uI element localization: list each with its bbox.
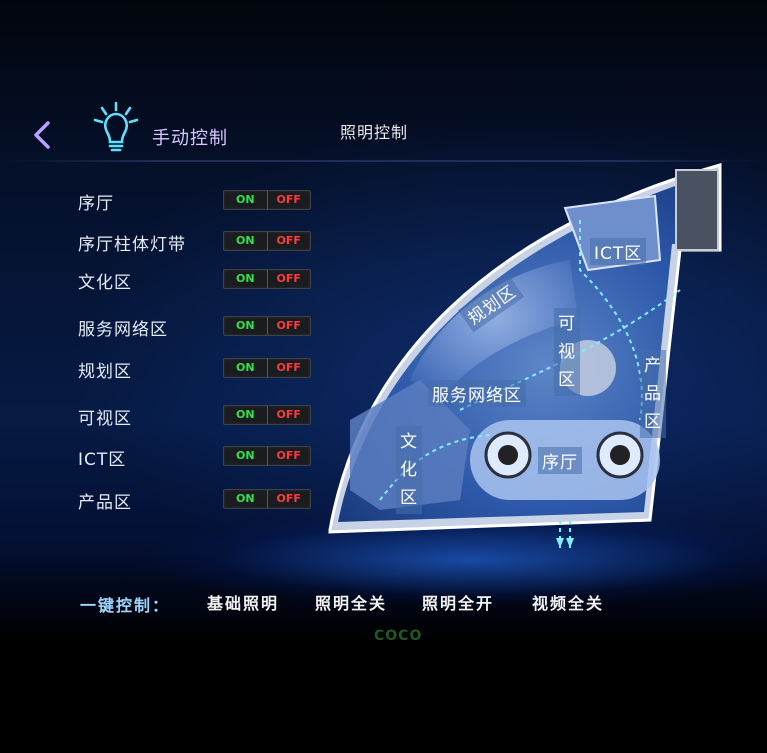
zone-label: 可视区 [78,409,132,429]
off-button[interactable]: OFF [268,317,311,335]
on-button[interactable]: ON [224,490,268,508]
map-label-product: 产品区 [640,350,666,438]
zone-toggle[interactable]: ON OFF [223,316,311,336]
zone-label: 序厅柱体灯带 [78,235,186,255]
zone-toggle[interactable]: ON OFF [223,190,311,210]
zone-row-hall-column-strip: 序厅柱体灯带 ON OFF [78,230,318,255]
zone-row-product: 产品区 ON OFF [78,488,318,513]
zone-row-culture: 文化区 ON OFF [78,268,318,293]
zone-label: ICT区 [78,450,127,470]
map-label-visual: 可视区 [554,308,580,396]
off-button[interactable]: OFF [268,191,311,209]
map-label-hall: 序厅 [538,447,582,474]
zone-toggle[interactable]: ON OFF [223,269,311,289]
one-key-control-bar: 一键控制： 基础照明 照明全关 照明全开 视频全关 [0,580,767,620]
floor-plan-graphic [328,163,722,550]
zone-label: 序厅 [78,194,114,214]
zone-label: 规划区 [78,362,132,382]
off-button[interactable]: OFF [268,232,311,250]
on-button[interactable]: ON [224,406,268,424]
one-key-control-title: 一键控制： [80,596,171,615]
off-button[interactable]: OFF [268,406,311,424]
zone-row-service: 服务网络区 ON OFF [78,315,318,340]
video-all-off-button[interactable]: 视频全关 [532,590,604,614]
zone-toggle[interactable]: ON OFF [223,358,311,378]
map-label-service: 服务网络区 [428,380,526,407]
logo: COCO [374,628,423,644]
on-button[interactable]: ON [224,191,268,209]
map-label-ict: ICT区 [590,238,647,265]
floor-plan: ICT区 规划区 可视区 产品区 服务网络区 文化区 序厅 [320,160,740,560]
zone-toggle[interactable]: ON OFF [223,446,311,466]
on-button[interactable]: ON [224,232,268,250]
zone-label: 文化区 [78,273,132,293]
zone-toggle[interactable]: ON OFF [223,405,311,425]
off-button[interactable]: OFF [268,359,311,377]
zone-label: 服务网络区 [78,320,168,340]
zone-row-planning: 规划区 ON OFF [78,357,318,382]
zone-row-ict: ICT区 ON OFF [78,445,318,470]
basic-lighting-button[interactable]: 基础照明 [207,590,279,614]
lights-all-off-button[interactable]: 照明全关 [315,590,387,614]
manual-control-title: 手动控制 [152,128,228,149]
chevron-left-icon[interactable] [28,118,56,152]
off-button[interactable]: OFF [268,490,311,508]
zone-label: 产品区 [78,493,132,513]
on-button[interactable]: ON [224,270,268,288]
map-label-culture: 文化区 [396,426,422,514]
on-button[interactable]: ON [224,447,268,465]
zone-row-hall: 序厅 ON OFF [78,189,318,214]
on-button[interactable]: ON [224,359,268,377]
lightbulb-icon [93,101,139,152]
on-button[interactable]: ON [224,317,268,335]
page-title: 照明控制 [340,123,409,142]
zone-toggle[interactable]: ON OFF [223,489,311,509]
off-button[interactable]: OFF [268,447,311,465]
lights-all-on-button[interactable]: 照明全开 [422,590,494,614]
zone-toggle[interactable]: ON OFF [223,231,311,251]
off-button[interactable]: OFF [268,270,311,288]
zone-row-visual: 可视区 ON OFF [78,404,318,429]
